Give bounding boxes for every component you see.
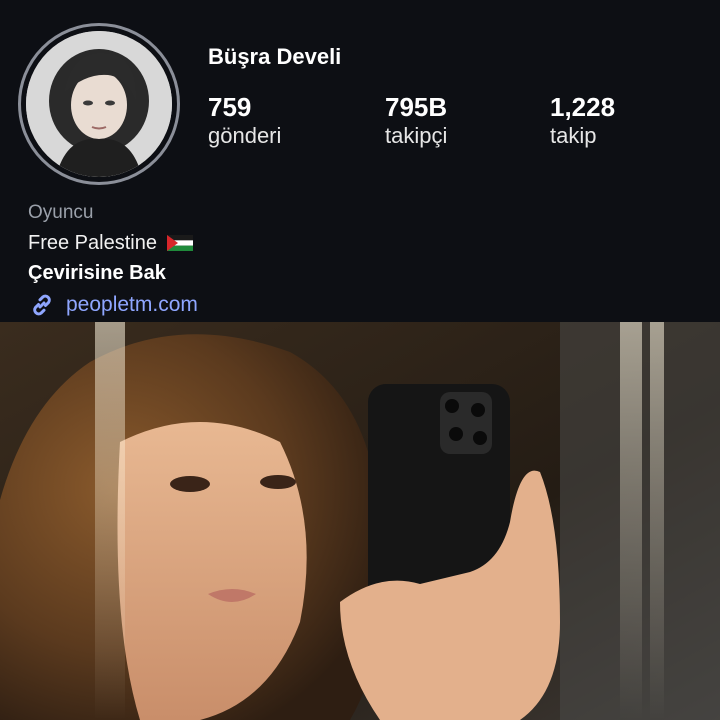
selfie-photo — [0, 322, 720, 720]
posts-count: 759 — [208, 92, 252, 122]
followers-label: takipçi — [385, 123, 448, 148]
palestine-flag-icon — [166, 235, 193, 251]
stat-following[interactable]: 1,228 takip — [550, 92, 615, 150]
profile-username: Büşra Develi — [208, 44, 342, 69]
stat-followers[interactable]: 795B takipçi — [385, 92, 447, 150]
profile-link-text: peopletm.com — [66, 293, 198, 316]
bio-text: Free Palestine — [28, 232, 157, 254]
bio-category: Oyuncu — [28, 202, 94, 223]
profile-bio: Oyuncu Free Palestine Çevirisine Bak peo… — [28, 198, 198, 322]
profile-header: Büşra Develi 759 gönderi 795B takipçi 1,… — [0, 0, 720, 322]
followers-count: 795B — [385, 92, 448, 122]
bio-text-line: Free Palestine — [28, 228, 198, 258]
following-count: 1,228 — [550, 92, 616, 122]
posts-label: gönderi — [208, 123, 282, 148]
avatar-ring[interactable] — [18, 23, 180, 185]
avatar-image — [26, 31, 172, 177]
link-icon — [28, 291, 56, 319]
following-label: takip — [550, 123, 597, 148]
stat-posts[interactable]: 759 gönderi — [208, 92, 281, 150]
selfie-image — [0, 322, 720, 720]
translate-button[interactable]: Çevirisine Bak — [28, 258, 198, 288]
avatar[interactable] — [26, 31, 172, 177]
profile-link[interactable]: peopletm.com — [28, 288, 198, 322]
